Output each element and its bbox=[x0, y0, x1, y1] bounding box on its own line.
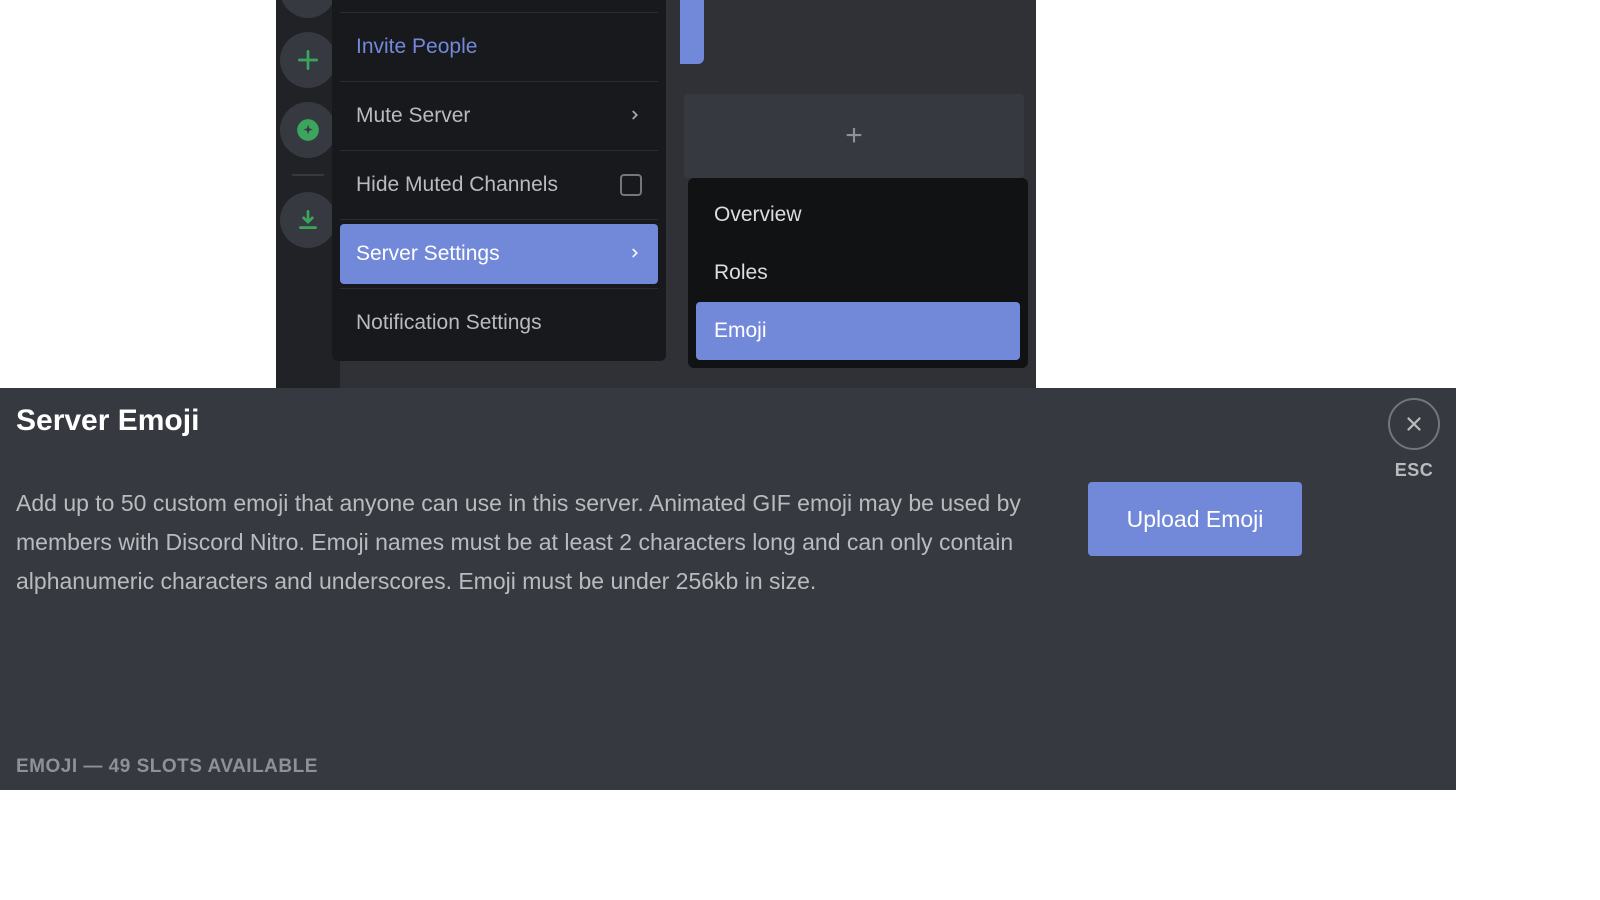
upload-emoji-button[interactable]: Upload Emoji bbox=[1088, 482, 1302, 556]
top-menu-composite: + Invite People Mute Server bbox=[276, 0, 1036, 388]
menu-label: Hide Muted Channels bbox=[356, 173, 558, 197]
submenu-item-roles[interactable]: Roles bbox=[696, 244, 1020, 302]
menu-item-hide-muted[interactable]: Hide Muted Channels bbox=[340, 155, 658, 215]
server-settings-submenu: Overview Roles Emoji bbox=[688, 178, 1028, 368]
submenu-item-overview[interactable]: Overview bbox=[696, 186, 1020, 244]
server-emoji-settings-panel: Server Emoji Add up to 50 custom emoji t… bbox=[0, 388, 1456, 790]
esc-label: ESC bbox=[1395, 460, 1434, 481]
selected-channel-highlight bbox=[680, 0, 704, 64]
page-description: Add up to 50 custom emoji that anyone ca… bbox=[16, 484, 1036, 601]
submenu-label: Emoji bbox=[714, 319, 767, 343]
menu-item-server-settings[interactable]: Server Settings bbox=[340, 224, 658, 284]
server-rail bbox=[276, 0, 340, 388]
submenu-label: Roles bbox=[714, 261, 768, 285]
menu-divider bbox=[340, 81, 658, 82]
submenu-label: Overview bbox=[714, 203, 802, 227]
menu-label: Server Settings bbox=[356, 242, 500, 266]
submenu-item-emoji[interactable]: Emoji bbox=[696, 302, 1020, 360]
chevron-right-icon bbox=[628, 243, 642, 266]
server-avatar[interactable] bbox=[280, 0, 336, 18]
menu-divider bbox=[340, 288, 658, 289]
chevron-right-icon bbox=[628, 105, 642, 128]
download-apps-button[interactable] bbox=[280, 192, 336, 248]
menu-divider bbox=[340, 219, 658, 220]
menu-item-invite-people[interactable]: Invite People bbox=[340, 17, 658, 77]
menu-label: Mute Server bbox=[356, 104, 470, 128]
rail-separator bbox=[292, 174, 324, 176]
menu-item-notification-settings[interactable]: Notification Settings bbox=[340, 293, 658, 353]
menu-divider bbox=[340, 150, 658, 151]
plus-icon: + bbox=[845, 119, 863, 153]
server-context-menu: Invite People Mute Server Hide Muted Cha… bbox=[332, 0, 666, 361]
menu-divider bbox=[340, 12, 658, 13]
close-icon bbox=[1388, 398, 1440, 450]
page-title: Server Emoji bbox=[16, 404, 199, 438]
emoji-slots-remaining: EMOJI — 49 SLOTS AVAILABLE bbox=[16, 756, 318, 778]
checkbox-icon[interactable] bbox=[620, 174, 642, 196]
explore-servers-button[interactable] bbox=[280, 102, 336, 158]
close-button[interactable]: ESC bbox=[1388, 398, 1440, 481]
add-channel-row[interactable]: + bbox=[684, 94, 1024, 178]
menu-label: Invite People bbox=[356, 35, 477, 59]
menu-item-mute-server[interactable]: Mute Server bbox=[340, 86, 658, 146]
menu-label: Notification Settings bbox=[356, 311, 542, 335]
add-server-button[interactable] bbox=[280, 32, 336, 88]
